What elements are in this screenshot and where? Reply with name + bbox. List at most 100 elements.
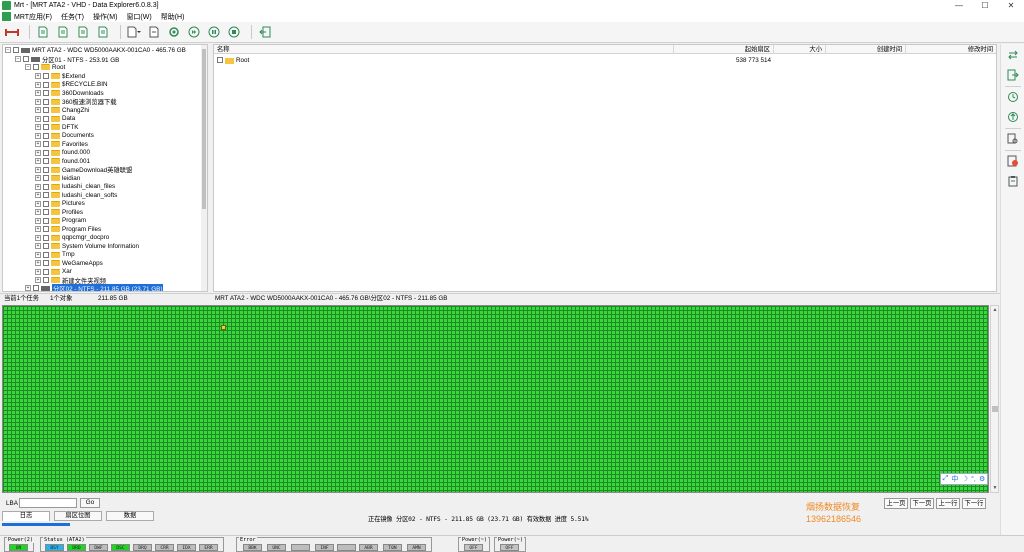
prev-line-button[interactable]: 上一行 xyxy=(936,498,960,509)
expand-icon[interactable]: + xyxy=(35,209,41,215)
expand-icon[interactable]: + xyxy=(35,158,41,164)
tree-folder-item[interactable]: + Xar xyxy=(35,268,72,276)
table-row[interactable]: Root 538 773 514 xyxy=(214,56,996,65)
pause-button[interactable] xyxy=(206,24,222,40)
tree-folder-item[interactable]: + leidian xyxy=(35,174,80,182)
expand-icon[interactable]: + xyxy=(35,90,41,96)
expand-icon[interactable]: + xyxy=(35,234,41,241)
checkbox[interactable] xyxy=(43,183,49,190)
expand-icon[interactable]: + xyxy=(35,243,41,249)
ime-switch-icon[interactable]: ⤢ xyxy=(943,475,949,483)
skip-forward-button[interactable] xyxy=(186,24,202,40)
tree-folder-item[interactable]: + $Extend xyxy=(35,72,85,80)
checkbox[interactable] xyxy=(43,175,49,181)
expand-icon[interactable]: + xyxy=(25,285,31,291)
checkbox[interactable] xyxy=(43,90,49,96)
scroll-thumb[interactable] xyxy=(992,406,998,412)
tree-folder-item[interactable]: + qqpcmgr_docpro xyxy=(35,234,109,242)
settings-button[interactable] xyxy=(166,24,182,40)
ime-toolbar[interactable]: ⤢ 中 ☽ °, ⚙ xyxy=(940,473,988,485)
tree-folder-item[interactable]: + System Volume Information xyxy=(35,242,139,250)
expand-icon[interactable]: + xyxy=(35,217,41,224)
checkbox[interactable] xyxy=(43,149,49,156)
ime-gear-icon[interactable]: ⚙ xyxy=(979,475,985,483)
checkbox[interactable] xyxy=(43,226,49,232)
tree-folder-item[interactable]: + Tmp xyxy=(35,251,75,259)
tree-folder-item[interactable]: + ChangZhi xyxy=(35,106,89,114)
go-button[interactable]: Go xyxy=(80,498,100,508)
checkbox[interactable] xyxy=(43,268,49,275)
checkbox[interactable] xyxy=(33,285,39,291)
expand-icon[interactable]: + xyxy=(35,73,41,79)
maximize-button[interactable]: ☐ xyxy=(972,0,998,11)
side-button-2[interactable] xyxy=(1006,68,1020,82)
doc-button-1[interactable] xyxy=(35,24,51,40)
folder-tree[interactable]: − MRT ATA2 - WDC WD5000AAKX-001CA0 - 465.… xyxy=(2,44,208,292)
tree-folder-item[interactable]: +360极速浏览器下载 xyxy=(35,98,117,106)
tree-folder-item[interactable]: + Pictures xyxy=(35,200,85,208)
tree-folder-item[interactable]: + ludashi_clean_softs xyxy=(35,191,117,199)
tree-root[interactable]: − Root xyxy=(25,63,65,71)
checkbox[interactable] xyxy=(43,81,49,88)
tree-folder-item[interactable]: + DFTK xyxy=(35,123,78,131)
tree-folder-item[interactable]: + Documents xyxy=(35,132,94,140)
side-button-5[interactable] xyxy=(1006,132,1020,146)
expand-icon[interactable]: + xyxy=(35,251,41,258)
tree-folder-item[interactable]: + found.000 xyxy=(35,149,90,157)
column-modified[interactable]: 修改时间 xyxy=(906,45,996,54)
checkbox[interactable] xyxy=(43,260,49,266)
checkbox[interactable] xyxy=(43,166,49,173)
expand-icon[interactable]: + xyxy=(35,192,41,198)
expand-icon[interactable]: + xyxy=(35,132,41,139)
expand-icon[interactable]: + xyxy=(35,175,41,181)
report-button[interactable] xyxy=(146,24,162,40)
menu-operation[interactable]: 操作(M) xyxy=(93,12,118,22)
expand-icon[interactable]: + xyxy=(35,149,41,156)
checkbox[interactable] xyxy=(43,251,49,258)
expand-icon[interactable]: + xyxy=(35,260,41,266)
expand-icon[interactable]: + xyxy=(35,277,41,283)
tree-folder-item[interactable]: + $RECYCLE.BIN xyxy=(35,81,108,89)
checkbox[interactable] xyxy=(43,124,49,130)
tree-folder-item[interactable]: + ludashi_clean_files xyxy=(35,183,115,191)
file-list[interactable]: 名称 起始扇区 大小 创建时间 修改时间 Root 538 773 514 xyxy=(213,44,997,292)
tree-partition-1[interactable]: − 分区01 - NTFS - 253.91 GB xyxy=(15,55,119,64)
checkbox[interactable] xyxy=(43,141,49,147)
checkbox[interactable] xyxy=(43,158,49,164)
tree-folder-item[interactable]: + Profiles xyxy=(35,208,83,216)
view-dropdown-button[interactable] xyxy=(126,24,142,40)
tab-data[interactable]: 数据 xyxy=(106,511,154,521)
sector-map-scrollbar[interactable]: ▲ ▼ xyxy=(990,305,999,493)
side-button-7[interactable] xyxy=(1006,174,1020,188)
tree-folder-item[interactable]: + WeGameApps xyxy=(35,259,103,267)
checkbox[interactable] xyxy=(13,47,19,53)
checkbox[interactable] xyxy=(43,234,49,241)
expand-icon[interactable]: + xyxy=(35,226,41,232)
checkbox[interactable] xyxy=(43,73,49,79)
menu-mrt-app[interactable]: MRT应用(F) xyxy=(14,12,52,22)
checkbox[interactable] xyxy=(43,209,49,215)
scroll-up-icon[interactable]: ▲ xyxy=(992,307,998,313)
column-start-sector[interactable]: 起始扇区 xyxy=(674,45,774,54)
tree-folder-item[interactable]: + Data xyxy=(35,115,75,123)
scroll-down-icon[interactable]: ▼ xyxy=(992,485,998,491)
tree-partition-2[interactable]: + 分区02 - NTFS - 211.85 GB (23.71 GB) xyxy=(25,283,164,291)
menu-task[interactable]: 任务(T) xyxy=(61,12,84,22)
checkbox[interactable] xyxy=(43,200,49,207)
tab-log[interactable]: 日志 xyxy=(2,511,50,521)
side-button-4[interactable] xyxy=(1006,110,1020,124)
tree-folder-item[interactable]: + Program Files xyxy=(35,225,101,233)
tree-folder-item[interactable]: + found.001 xyxy=(35,157,90,165)
expand-icon[interactable]: + xyxy=(35,124,41,130)
collapse-icon[interactable]: − xyxy=(25,64,31,70)
expand-icon[interactable]: + xyxy=(35,115,41,122)
expand-icon[interactable]: + xyxy=(35,268,41,275)
checkbox[interactable] xyxy=(33,64,39,70)
scroll-thumb[interactable] xyxy=(202,49,206,209)
expand-icon[interactable]: + xyxy=(35,166,41,173)
tree-disk[interactable]: − MRT ATA2 - WDC WD5000AAKX-001CA0 - 465.… xyxy=(5,46,186,54)
column-name[interactable]: 名称 xyxy=(214,45,674,54)
checkbox[interactable] xyxy=(43,217,49,224)
side-button-6[interactable] xyxy=(1006,154,1020,168)
close-button[interactable]: ✕ xyxy=(998,0,1024,11)
